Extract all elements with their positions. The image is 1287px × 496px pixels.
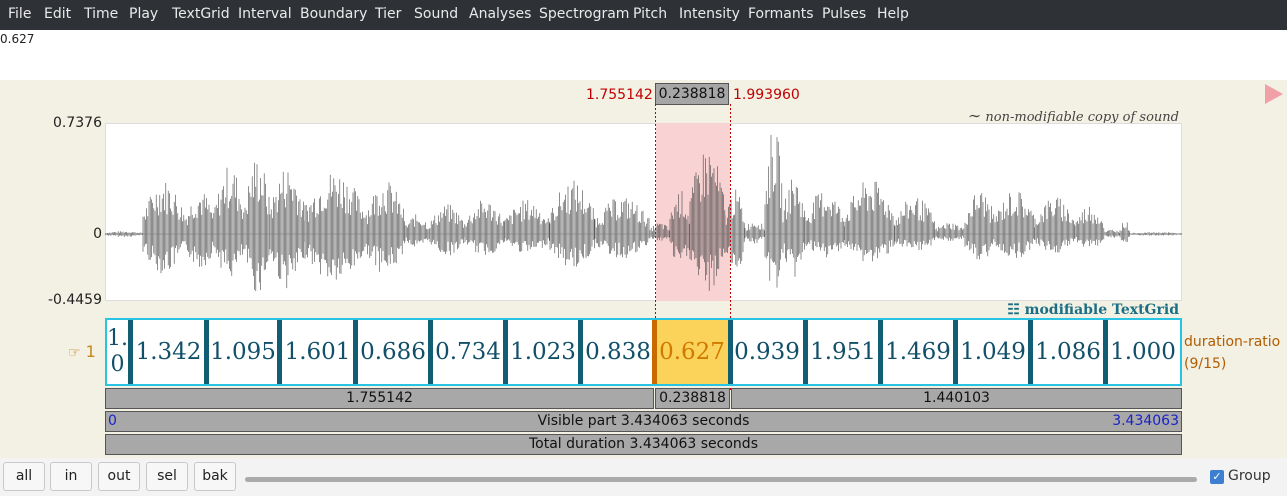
zoom-sel-button[interactable]: sel	[146, 462, 188, 491]
interval-boundary[interactable]	[728, 320, 733, 384]
interval-cell-13[interactable]: 1.049	[958, 320, 1028, 384]
selection-duration[interactable]: 0.238818	[655, 83, 729, 105]
interval-cell-11[interactable]: 1.951	[808, 320, 878, 384]
visible-end-time: 3.434063	[1112, 413, 1179, 429]
group-checkbox[interactable]: ✓	[1210, 470, 1224, 484]
interval-boundary[interactable]	[1103, 320, 1108, 384]
menu-time[interactable]: Time	[84, 0, 118, 30]
interval-cell-9-selected[interactable]: 0.627	[656, 320, 728, 384]
y-axis-min: -0.4459	[47, 292, 102, 308]
selected-interval-boundary[interactable]	[652, 320, 657, 384]
play-triangle-icon[interactable]	[1265, 84, 1283, 104]
menu-pitch[interactable]: Pitch	[633, 0, 667, 30]
menu-pulses[interactable]: Pulses	[822, 0, 866, 30]
menu-play[interactable]: Play	[129, 0, 158, 30]
time-bar-after-selection[interactable]: 1.440103	[731, 388, 1182, 409]
interval-boundary[interactable]	[204, 320, 209, 384]
tier-number-text: 1	[85, 342, 96, 361]
interval-boundary[interactable]	[1028, 320, 1033, 384]
menu-help[interactable]: Help	[877, 0, 909, 30]
menu-sound[interactable]: Sound	[414, 0, 458, 30]
y-axis-max: 0.7376	[53, 115, 102, 131]
interval-boundary[interactable]	[353, 320, 358, 384]
group-checkbox-label: Group	[1228, 468, 1271, 484]
menu-spectrogram[interactable]: Spectrogram	[539, 0, 629, 30]
visible-part-bar[interactable]: Visible part 3.434063 seconds	[105, 411, 1182, 432]
interval-cell-10[interactable]: 0.939	[731, 320, 803, 384]
menu-formants[interactable]: Formants	[748, 0, 814, 30]
waveform-svg	[105, 123, 1182, 301]
interval-cell-4[interactable]: 1.601	[282, 320, 353, 384]
zoom-out-button[interactable]: out	[98, 462, 140, 491]
horizontal-scrollbar[interactable]	[245, 477, 1197, 482]
y-axis-zero: 0	[93, 226, 102, 242]
total-duration-bar[interactable]: Total duration 3.434063 seconds	[105, 434, 1182, 455]
interval-cell-15[interactable]: 1.000	[1108, 320, 1178, 384]
interval-boundary[interactable]	[878, 320, 883, 384]
zoom-in-button[interactable]: in	[50, 462, 92, 491]
waveform	[105, 134, 1182, 292]
interval-boundary[interactable]	[428, 320, 433, 384]
interval-boundary[interactable]	[503, 320, 508, 384]
menu-edit[interactable]: Edit	[44, 0, 71, 30]
menu-interval[interactable]: Interval	[238, 0, 292, 30]
interval-cell-8[interactable]: 0.838	[583, 320, 653, 384]
menu-file[interactable]: File	[8, 0, 31, 30]
pointing-hand-icon: ☞	[68, 345, 81, 361]
textgrid-caption-text: modifiable TextGrid	[1024, 302, 1179, 318]
interval-boundary[interactable]	[803, 320, 808, 384]
interval-cell-2[interactable]: 1.342	[133, 320, 204, 384]
menu-intensity[interactable]: Intensity	[679, 0, 740, 30]
menu-boundary[interactable]: Boundary	[300, 0, 367, 30]
tier-number[interactable]: ☞ 1	[68, 342, 96, 361]
grid-icon: ☷	[1007, 302, 1020, 318]
visible-part-label: Visible part 3.434063 seconds	[537, 413, 750, 429]
menu-analyses[interactable]: Analyses	[469, 0, 531, 30]
visible-start-time: 0	[108, 413, 117, 429]
menu-bar: File Edit Time Play TextGrid Interval Bo…	[0, 0, 1287, 30]
menu-tier[interactable]: Tier	[375, 0, 401, 30]
info-text: 0.627	[0, 32, 35, 46]
interval-boundary[interactable]	[277, 320, 282, 384]
selection-start-time: 1.755142	[586, 87, 653, 103]
interval-cell-5[interactable]: 0.686	[358, 320, 428, 384]
zoom-back-button[interactable]: bak	[194, 462, 236, 491]
interval-cell-6[interactable]: 0.734	[433, 320, 503, 384]
interval-boundary[interactable]	[578, 320, 583, 384]
interval-cell-14[interactable]: 1.086	[1033, 320, 1103, 384]
interval-cell-1[interactable]: 1.0	[107, 326, 128, 378]
textgrid-caption: ☷ modifiable TextGrid	[1007, 302, 1179, 318]
tier-name: duration-ratio (9/15)	[1184, 331, 1280, 375]
interval-cell-3[interactable]: 1.095	[209, 320, 277, 384]
interval-boundary[interactable]	[128, 320, 133, 384]
interval-cell-12[interactable]: 1.469	[883, 320, 953, 384]
tier-name-line2: (9/15)	[1184, 356, 1227, 372]
selection-end-time: 1.993960	[733, 87, 800, 103]
tier-name-line1: duration-ratio	[1184, 334, 1281, 350]
time-bar-selection[interactable]: 0.238818	[655, 388, 730, 409]
zoom-all-button[interactable]: all	[3, 462, 45, 491]
interval-boundary[interactable]	[953, 320, 958, 384]
time-bar-before-selection[interactable]: 1.755142	[105, 388, 654, 409]
interval-cell-7[interactable]: 1.023	[508, 320, 578, 384]
menu-textgrid[interactable]: TextGrid	[172, 0, 230, 30]
